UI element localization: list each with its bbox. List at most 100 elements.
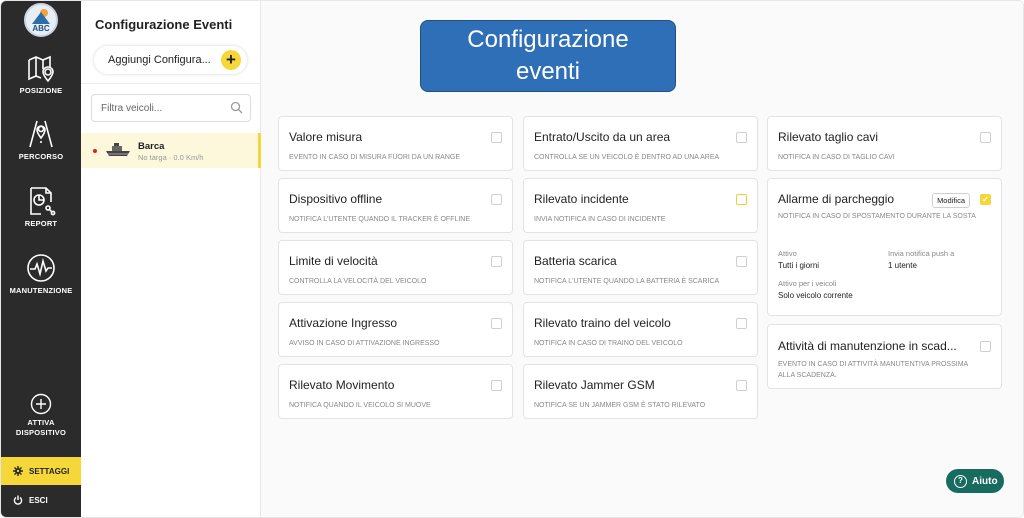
event-title: Rilevato Movimento	[289, 378, 395, 392]
event-card-entrato-uscito-area[interactable]: Entrato/Uscito da un area CONTROLLA SE U…	[523, 116, 758, 171]
vehicle-status-dot	[93, 149, 97, 153]
event-checkbox[interactable]	[736, 380, 747, 391]
nav-item-posizione[interactable]: POSIZIONE	[1, 53, 81, 96]
page-banner: Configurazione eventi	[420, 20, 676, 92]
event-description: NOTIFICA QUANDO IL VEICOLO SI MUOVE	[289, 402, 431, 409]
app-window: ABC POSIZIONE PERCORSO REPORT MANUTENZIO…	[0, 0, 1024, 518]
logo-text: ABC	[32, 24, 50, 33]
event-checkbox[interactable]	[736, 194, 747, 205]
event-card-dispositivo-offline[interactable]: Dispositivo offline NOTIFICA L'UTENTE QU…	[278, 178, 513, 233]
plus-icon: +	[221, 50, 241, 70]
filter-placeholder: Filtra veicoli...	[101, 102, 163, 114]
logo-mountain-icon	[32, 12, 50, 24]
event-card-limite-velocita[interactable]: Limite di velocità CONTROLLA LA VELOCITÀ…	[278, 240, 513, 295]
event-checkbox[interactable]	[491, 132, 502, 143]
nav-item-percorso[interactable]: PERCORSO	[1, 119, 81, 162]
event-card-rilevato-movimento[interactable]: Rilevato Movimento NOTIFICA QUANDO IL VE…	[278, 364, 513, 419]
banner-line-1: Configurazione	[467, 26, 629, 53]
help-label: Aiuto	[972, 475, 998, 487]
search-icon	[230, 101, 243, 114]
push-notify-label: Invia notifica push a	[888, 249, 955, 258]
event-card-manutenzione-scadenza[interactable]: Attività di manutenzione in scad... EVEN…	[767, 324, 1002, 389]
event-title: Rilevato Jammer GSM	[534, 378, 655, 392]
event-checkbox[interactable]	[736, 132, 747, 143]
event-title: Attivazione Ingresso	[289, 316, 398, 330]
event-title: Rilevato traino del veicolo	[534, 316, 671, 330]
heartbeat-icon	[27, 254, 55, 282]
event-checkbox[interactable]	[491, 256, 502, 267]
event-description: NOTIFICA IN CASO DI TAGLIO CAVI	[778, 154, 895, 161]
event-checkbox[interactable]	[736, 256, 747, 267]
panel-title: Configurazione Eventi	[95, 17, 233, 32]
event-title: Attività di manutenzione in scad...	[778, 339, 957, 353]
nav-item-manutenzione[interactable]: MANUTENZIONE	[1, 253, 81, 296]
gear-icon	[13, 466, 23, 476]
nav-label-percorso: PERCORSO	[18, 152, 64, 161]
event-card-taglio-cavi[interactable]: Rilevato taglio cavi NOTIFICA IN CASO DI…	[767, 116, 1002, 171]
active-vehicles-value: Solo veicolo corrente	[778, 291, 853, 300]
logout-button[interactable]: ESCI	[13, 495, 48, 505]
event-description: CONTROLLA LA VELOCITÀ DEL VEICOLO	[289, 278, 427, 285]
power-icon	[13, 495, 23, 505]
active-days-value: Tutti i giorni	[778, 261, 820, 270]
event-description: NOTIFICA SE UN JAMMER GSM È STATO RILEVA…	[534, 402, 706, 409]
event-description: INVIA NOTIFICA IN CASO DI INCIDENTE	[534, 216, 666, 223]
event-checkbox[interactable]	[491, 380, 502, 391]
event-description: EVENTO IN CASO DI ATTIVITÀ MANUTENTIVA P…	[778, 361, 968, 379]
add-configuration-label: Aggiungi Configura...	[108, 54, 211, 66]
main-content: Configurazione eventi Valore misura EVEN…	[261, 1, 1023, 517]
vehicle-list-item[interactable]: Barca No targa · 0.0 Km/h	[81, 133, 261, 168]
event-title: Dispositivo offline	[289, 192, 383, 206]
event-description: NOTIFICA L'UTENTE QUANDO IL TRACKER È OF…	[289, 216, 471, 223]
event-card-batteria-scarica[interactable]: Batteria scarica NOTIFICA L'UTENTE QUAND…	[523, 240, 758, 295]
event-title: Valore misura	[289, 130, 363, 144]
event-title: Allarme di parcheggio	[778, 192, 895, 206]
event-card-attivazione-ingresso[interactable]: Attivazione Ingresso AVVISO IN CASO DI A…	[278, 302, 513, 357]
nav-item-report[interactable]: REPORT	[1, 186, 81, 229]
event-description: NOTIFICA IN CASO DI TRAINO DEL VEICOLO	[534, 340, 683, 347]
active-vehicles-label: Attivo per i veicoli	[778, 279, 837, 288]
edit-button[interactable]: Modifica	[932, 193, 970, 208]
nav-label-posizione: POSIZIONE	[19, 86, 63, 95]
active-days-label: Attivo	[778, 249, 797, 258]
settings-button[interactable]: SETTAGGI	[1, 457, 81, 485]
sidebar-nav: ABC POSIZIONE PERCORSO REPORT MANUTENZIO…	[1, 1, 81, 517]
event-checkbox[interactable]	[491, 194, 502, 205]
map-pin-icon	[28, 55, 54, 83]
event-checkbox[interactable]	[980, 341, 991, 352]
event-description: NOTIFICA IN CASO DI SPOSTAMENTO DURANTE …	[778, 213, 976, 220]
vehicle-name: Barca	[138, 141, 165, 152]
activate-device-button[interactable]: ATTIVA DISPOSITIVO	[1, 393, 81, 438]
event-description: EVENTO IN CASO DI MISURA FUORI DA UN RAN…	[289, 154, 461, 161]
event-card-rilevato-incidente[interactable]: Rilevato incidente INVIA NOTIFICA IN CAS…	[523, 178, 758, 233]
event-checkbox[interactable]	[736, 318, 747, 329]
company-logo[interactable]: ABC	[24, 3, 58, 37]
event-card-rilevato-jammer[interactable]: Rilevato Jammer GSM NOTIFICA SE UN JAMME…	[523, 364, 758, 419]
event-card-allarme-parcheggio[interactable]: Allarme di parcheggio Modifica NOTIFICA …	[767, 178, 1002, 316]
event-title: Limite di velocità	[289, 254, 378, 268]
event-description: NOTIFICA L'UTENTE QUANDO LA BATTERIA È S…	[534, 278, 720, 285]
event-description: CONTROLLA SE UN VEICOLO È DENTRO AD UNA …	[534, 154, 720, 161]
route-icon	[29, 120, 53, 148]
settings-label: SETTAGGI	[29, 466, 70, 476]
vehicle-filter-input[interactable]: Filtra veicoli...	[91, 94, 251, 122]
boat-icon	[106, 143, 130, 156]
event-title: Batteria scarica	[534, 254, 617, 268]
activate-label-line1: ATTIVA	[27, 418, 55, 427]
help-icon: ?	[954, 474, 967, 488]
push-notify-value: 1 utente	[888, 261, 917, 270]
activate-label-line2: DISPOSITIVO	[15, 428, 67, 437]
event-title: Rilevato incidente	[534, 192, 629, 206]
event-card-valore-misura[interactable]: Valore misura EVENTO IN CASO DI MISURA F…	[278, 116, 513, 171]
report-icon	[30, 187, 56, 216]
event-card-rilevato-traino[interactable]: Rilevato traino del veicolo NOTIFICA IN …	[523, 302, 758, 357]
help-button[interactable]: ? Aiuto	[946, 469, 1004, 493]
vehicle-subtitle: No targa · 0.0 Km/h	[138, 153, 204, 162]
add-configuration-button[interactable]: Aggiungi Configura... +	[94, 46, 247, 74]
panel-divider	[81, 83, 261, 84]
banner-line-2: eventi	[515, 58, 581, 85]
event-checkbox-checked[interactable]: ✓	[980, 194, 991, 205]
event-checkbox[interactable]	[491, 318, 502, 329]
event-checkbox[interactable]	[980, 132, 991, 143]
vehicles-panel: Configurazione Eventi Aggiungi Configura…	[81, 1, 261, 517]
